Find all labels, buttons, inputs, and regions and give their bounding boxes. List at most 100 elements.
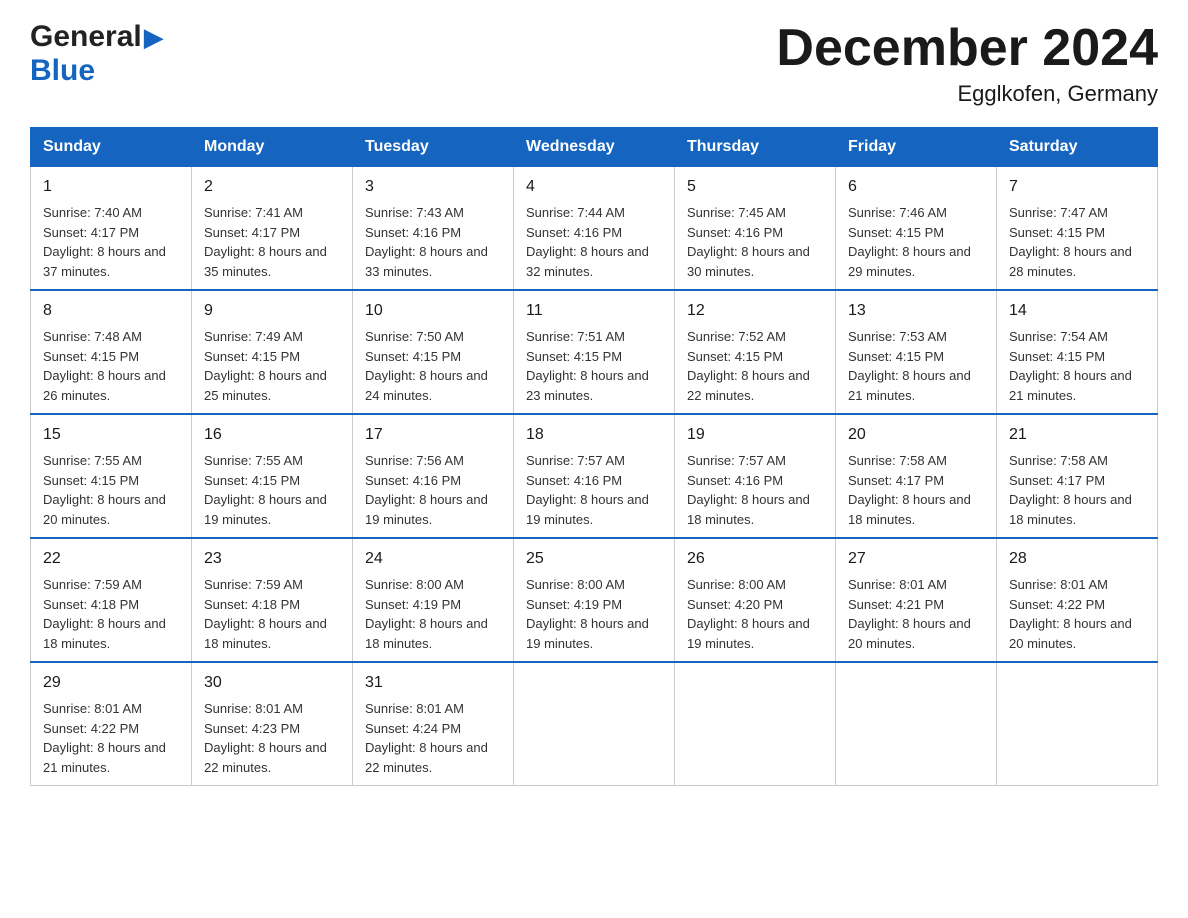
table-row xyxy=(997,662,1158,786)
day-number: 26 xyxy=(687,547,823,571)
daylight-text: Daylight: 8 hours and 18 minutes. xyxy=(43,614,179,653)
daylight-text: Daylight: 8 hours and 21 minutes. xyxy=(1009,366,1145,405)
table-row: 4Sunrise: 7:44 AMSunset: 4:16 PMDaylight… xyxy=(514,167,675,291)
sunset-text: Sunset: 4:16 PM xyxy=(365,223,501,243)
day-number: 27 xyxy=(848,547,984,571)
sunrise-text: Sunrise: 7:45 AM xyxy=(687,203,823,223)
day-number: 29 xyxy=(43,671,179,695)
table-row: 26Sunrise: 8:00 AMSunset: 4:20 PMDayligh… xyxy=(675,538,836,662)
table-row: 11Sunrise: 7:51 AMSunset: 4:15 PMDayligh… xyxy=(514,290,675,414)
table-row: 29Sunrise: 8:01 AMSunset: 4:22 PMDayligh… xyxy=(31,662,192,786)
day-number: 4 xyxy=(526,175,662,199)
sunset-text: Sunset: 4:17 PM xyxy=(848,471,984,491)
sunrise-text: Sunrise: 8:01 AM xyxy=(1009,575,1145,595)
calendar-week-row: 15Sunrise: 7:55 AMSunset: 4:15 PMDayligh… xyxy=(31,414,1158,538)
header-saturday: Saturday xyxy=(997,128,1158,167)
sunrise-text: Sunrise: 7:43 AM xyxy=(365,203,501,223)
day-number: 21 xyxy=(1009,423,1145,447)
sunset-text: Sunset: 4:15 PM xyxy=(43,471,179,491)
table-row: 25Sunrise: 8:00 AMSunset: 4:19 PMDayligh… xyxy=(514,538,675,662)
table-row: 9Sunrise: 7:49 AMSunset: 4:15 PMDaylight… xyxy=(192,290,353,414)
sunset-text: Sunset: 4:23 PM xyxy=(204,719,340,739)
sunset-text: Sunset: 4:15 PM xyxy=(687,347,823,367)
daylight-text: Daylight: 8 hours and 18 minutes. xyxy=(687,490,823,529)
daylight-text: Daylight: 8 hours and 19 minutes. xyxy=(365,490,501,529)
sunset-text: Sunset: 4:17 PM xyxy=(1009,471,1145,491)
sunset-text: Sunset: 4:16 PM xyxy=(687,223,823,243)
sunrise-text: Sunrise: 8:00 AM xyxy=(687,575,823,595)
daylight-text: Daylight: 8 hours and 35 minutes. xyxy=(204,242,340,281)
sunrise-text: Sunrise: 7:52 AM xyxy=(687,327,823,347)
sunrise-text: Sunrise: 7:59 AM xyxy=(43,575,179,595)
day-number: 1 xyxy=(43,175,179,199)
table-row: 30Sunrise: 8:01 AMSunset: 4:23 PMDayligh… xyxy=(192,662,353,786)
table-row: 12Sunrise: 7:52 AMSunset: 4:15 PMDayligh… xyxy=(675,290,836,414)
sunrise-text: Sunrise: 7:56 AM xyxy=(365,451,501,471)
sunset-text: Sunset: 4:22 PM xyxy=(1009,595,1145,615)
sunset-text: Sunset: 4:19 PM xyxy=(526,595,662,615)
daylight-text: Daylight: 8 hours and 22 minutes. xyxy=(204,738,340,777)
sunrise-text: Sunrise: 7:51 AM xyxy=(526,327,662,347)
daylight-text: Daylight: 8 hours and 33 minutes. xyxy=(365,242,501,281)
day-number: 25 xyxy=(526,547,662,571)
sunset-text: Sunset: 4:18 PM xyxy=(204,595,340,615)
header-tuesday: Tuesday xyxy=(353,128,514,167)
daylight-text: Daylight: 8 hours and 23 minutes. xyxy=(526,366,662,405)
table-row: 2Sunrise: 7:41 AMSunset: 4:17 PMDaylight… xyxy=(192,167,353,291)
day-number: 5 xyxy=(687,175,823,199)
day-number: 8 xyxy=(43,299,179,323)
day-number: 7 xyxy=(1009,175,1145,199)
daylight-text: Daylight: 8 hours and 20 minutes. xyxy=(43,490,179,529)
day-number: 15 xyxy=(43,423,179,447)
table-row: 20Sunrise: 7:58 AMSunset: 4:17 PMDayligh… xyxy=(836,414,997,538)
sunrise-text: Sunrise: 7:57 AM xyxy=(687,451,823,471)
daylight-text: Daylight: 8 hours and 20 minutes. xyxy=(848,614,984,653)
location-title: Egglkofen, Germany xyxy=(776,81,1158,107)
day-number: 23 xyxy=(204,547,340,571)
day-number: 19 xyxy=(687,423,823,447)
sunset-text: Sunset: 4:15 PM xyxy=(848,347,984,367)
logo-general: General xyxy=(30,20,142,54)
sunset-text: Sunset: 4:21 PM xyxy=(848,595,984,615)
calendar-table: Sunday Monday Tuesday Wednesday Thursday… xyxy=(30,127,1158,786)
daylight-text: Daylight: 8 hours and 28 minutes. xyxy=(1009,242,1145,281)
table-row: 6Sunrise: 7:46 AMSunset: 4:15 PMDaylight… xyxy=(836,167,997,291)
sunset-text: Sunset: 4:15 PM xyxy=(848,223,984,243)
day-number: 12 xyxy=(687,299,823,323)
day-number: 13 xyxy=(848,299,984,323)
table-row: 21Sunrise: 7:58 AMSunset: 4:17 PMDayligh… xyxy=(997,414,1158,538)
table-row: 28Sunrise: 8:01 AMSunset: 4:22 PMDayligh… xyxy=(997,538,1158,662)
calendar-week-row: 8 Sunrise: 7:48 AM Sunset: 4:15 PM Daylight… xyxy=(31,290,1158,414)
daylight-text: Daylight: 8 hours and 18 minutes. xyxy=(204,614,340,653)
day-number: 17 xyxy=(365,423,501,447)
sunrise-text: Sunrise: 7:55 AM xyxy=(43,451,179,471)
day-number: 24 xyxy=(365,547,501,571)
day-number: 30 xyxy=(204,671,340,695)
day-number: 31 xyxy=(365,671,501,695)
daylight-text: Daylight: 8 hours and 26 minutes. xyxy=(43,366,179,405)
daylight-text: Daylight: 8 hours and 21 minutes. xyxy=(43,738,179,777)
daylight-text: Daylight: 8 hours and 19 minutes. xyxy=(526,614,662,653)
logo: General ▶ Blue xyxy=(30,20,164,88)
table-row: 10Sunrise: 7:50 AMSunset: 4:15 PMDayligh… xyxy=(353,290,514,414)
table-row xyxy=(836,662,997,786)
day-number: 9 xyxy=(204,299,340,323)
calendar-header-row: Sunday Monday Tuesday Wednesday Thursday… xyxy=(31,128,1158,167)
sunrise-text: Sunrise: 8:01 AM xyxy=(365,699,501,719)
sunset-text: Sunset: 4:22 PM xyxy=(43,719,179,739)
table-row: 24Sunrise: 8:00 AMSunset: 4:19 PMDayligh… xyxy=(353,538,514,662)
sunset-text: Sunset: 4:16 PM xyxy=(687,471,823,491)
sunset-text: Sunset: 4:19 PM xyxy=(365,595,501,615)
calendar-week-row: 22Sunrise: 7:59 AMSunset: 4:18 PMDayligh… xyxy=(31,538,1158,662)
header-thursday: Thursday xyxy=(675,128,836,167)
daylight-text: Daylight: 8 hours and 19 minutes. xyxy=(687,614,823,653)
sunrise-text: Sunrise: 7:55 AM xyxy=(204,451,340,471)
day-number: 2 xyxy=(204,175,340,199)
table-row xyxy=(675,662,836,786)
sunset-text: Sunset: 4:15 PM xyxy=(365,347,501,367)
day-number: 14 xyxy=(1009,299,1145,323)
table-row: 7Sunrise: 7:47 AMSunset: 4:15 PMDaylight… xyxy=(997,167,1158,291)
sunrise-text: Sunrise: 7:48 AM xyxy=(43,327,179,347)
table-row: 8Sunrise: 7:48 AMSunset: 4:15 PMDaylight… xyxy=(31,290,192,414)
title-area: December 2024 Egglkofen, Germany xyxy=(776,20,1158,107)
